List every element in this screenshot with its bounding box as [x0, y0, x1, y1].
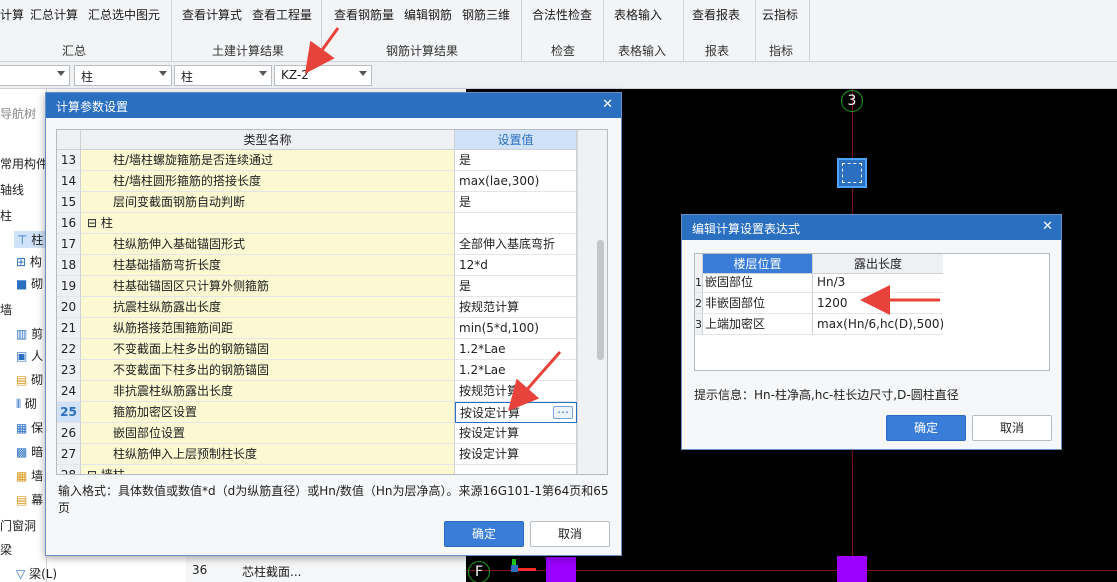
- arrow-to-element-select: [304, 27, 340, 74]
- arrow-to-stirrup-setting: [508, 351, 562, 412]
- annotation-arrows: [304, 27, 940, 412]
